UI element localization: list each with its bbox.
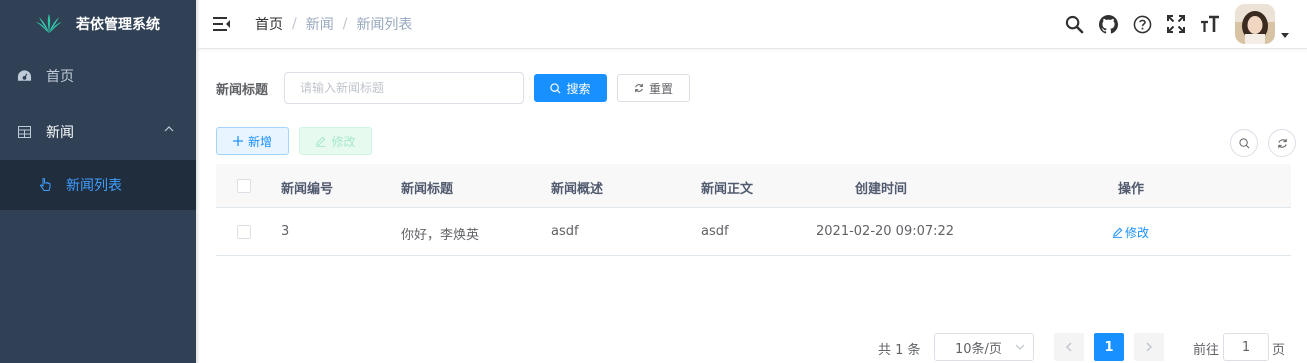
add-button[interactable]: 新增 <box>216 127 289 155</box>
search-button-label: 搜索 <box>566 81 591 96</box>
caret-down-icon[interactable] <box>1281 30 1293 41</box>
edit-icon <box>316 136 326 147</box>
chevron-down-icon <box>1015 344 1025 350</box>
app-title: 若依管理系统 <box>76 17 160 33</box>
pagination: 共 1 条 10条/页 1 前往 页 <box>216 333 1291 361</box>
column-header-title: 新闻标题 <box>401 182 454 197</box>
table-row: 3 你好，李焕英 asdf asdf 2021-02-20 09:07:22 修… <box>216 208 1291 256</box>
cell-title: 你好，李焕英 <box>401 228 480 243</box>
page-suffix: 页 <box>1272 343 1286 358</box>
right-menu <box>1057 0 1307 48</box>
column-header-actions: 操作 <box>1118 182 1145 197</box>
table-icon <box>16 124 32 140</box>
toggle-search-button[interactable] <box>1230 129 1258 157</box>
sidebar-item-news-list[interactable]: 新闻列表 <box>0 160 196 210</box>
logo-icon <box>36 14 62 33</box>
edit-button-label: 修改 <box>331 134 356 149</box>
page-number-current[interactable]: 1 <box>1094 333 1124 361</box>
table-header: 新闻编号 新闻标题 新闻概述 新闻正文 创建时间 操作 <box>216 164 1291 208</box>
avatar[interactable] <box>1235 4 1275 44</box>
add-button-label: 新增 <box>247 134 272 149</box>
search-input[interactable] <box>284 72 524 104</box>
reset-button[interactable]: 重置 <box>617 74 690 102</box>
action-toolbar: 新增 修改 <box>216 127 372 155</box>
edit-button[interactable]: 修改 <box>299 127 372 155</box>
hamburger-icon[interactable] <box>213 16 231 32</box>
fullscreen-icon[interactable] <box>1166 14 1186 34</box>
navbar: 首页 / 新闻 / 新闻列表 <box>196 0 1307 49</box>
row-edit-label: 修改 <box>1125 226 1150 240</box>
column-header-content: 新闻正文 <box>701 182 754 197</box>
goto-label: 前往 <box>1193 343 1220 358</box>
chevron-right-icon <box>1146 342 1152 352</box>
cell-content: asdf <box>701 224 729 239</box>
search-button[interactable]: 搜索 <box>534 74 607 102</box>
chevron-left-icon <box>1066 342 1072 352</box>
search-form: 新闻标题 搜索 重置 <box>216 72 690 104</box>
breadcrumb: 首页 / 新闻 / 新闻列表 <box>255 14 412 34</box>
column-header-summary: 新闻概述 <box>551 182 604 197</box>
search-icon <box>550 82 561 94</box>
question-icon[interactable] <box>1132 14 1152 34</box>
select-all-checkbox[interactable] <box>237 179 251 193</box>
refresh-button[interactable] <box>1268 129 1296 157</box>
next-page-button[interactable] <box>1134 333 1164 361</box>
sidebar-item-label: 新闻 <box>46 125 74 141</box>
logo[interactable]: 若依管理系统 <box>0 0 196 48</box>
row-checkbox[interactable] <box>237 225 251 239</box>
chevron-up-icon <box>164 126 174 132</box>
search-icon[interactable] <box>1064 14 1084 34</box>
page-size-select[interactable]: 10条/页 <box>934 333 1034 361</box>
sidebar-item-label: 首页 <box>46 69 74 85</box>
prev-page-button[interactable] <box>1054 333 1084 361</box>
breadcrumb-separator: / <box>342 16 348 32</box>
refresh-icon <box>635 83 643 93</box>
pagination-total: 共 1 条 <box>878 343 921 358</box>
font-size-icon[interactable] <box>1200 14 1220 34</box>
breadcrumb-separator: / <box>292 16 297 32</box>
edit-icon <box>1112 227 1123 238</box>
goto-page-input[interactable] <box>1223 333 1269 361</box>
news-table: 新闻编号 新闻标题 新闻概述 新闻正文 创建时间 操作 3 你好，李焕英 asd… <box>216 164 1291 256</box>
column-header-id: 新闻编号 <box>281 182 334 197</box>
sidebar: 若依管理系统 首页 新闻 新闻列表 <box>0 0 196 363</box>
github-icon[interactable] <box>1098 14 1118 34</box>
page-size-value: 10条/页 <box>955 341 1002 357</box>
hand-pointer-icon <box>38 178 52 192</box>
row-edit-link[interactable]: 修改 <box>1112 224 1149 241</box>
reset-button-label: 重置 <box>648 81 673 96</box>
search-icon <box>1238 137 1249 148</box>
cell-created: 2021-02-20 09:07:22 <box>816 224 955 239</box>
column-header-created: 创建时间 <box>855 182 908 197</box>
breadcrumb-news-list: 新闻列表 <box>356 17 413 33</box>
cell-id: 3 <box>281 224 290 239</box>
sidebar-item-news[interactable]: 新闻 <box>0 104 196 160</box>
breadcrumb-news: 新闻 <box>305 17 334 33</box>
breadcrumb-home[interactable]: 首页 <box>255 14 283 34</box>
refresh-icon <box>1277 138 1287 148</box>
plus-icon <box>232 136 243 146</box>
sidebar-item-label: 新闻列表 <box>66 178 122 194</box>
dashboard-icon <box>16 68 32 84</box>
cell-summary: asdf <box>551 224 579 239</box>
sidebar-shadow <box>196 0 200 363</box>
sidebar-item-home[interactable]: 首页 <box>0 48 196 104</box>
search-label: 新闻标题 <box>216 82 269 98</box>
